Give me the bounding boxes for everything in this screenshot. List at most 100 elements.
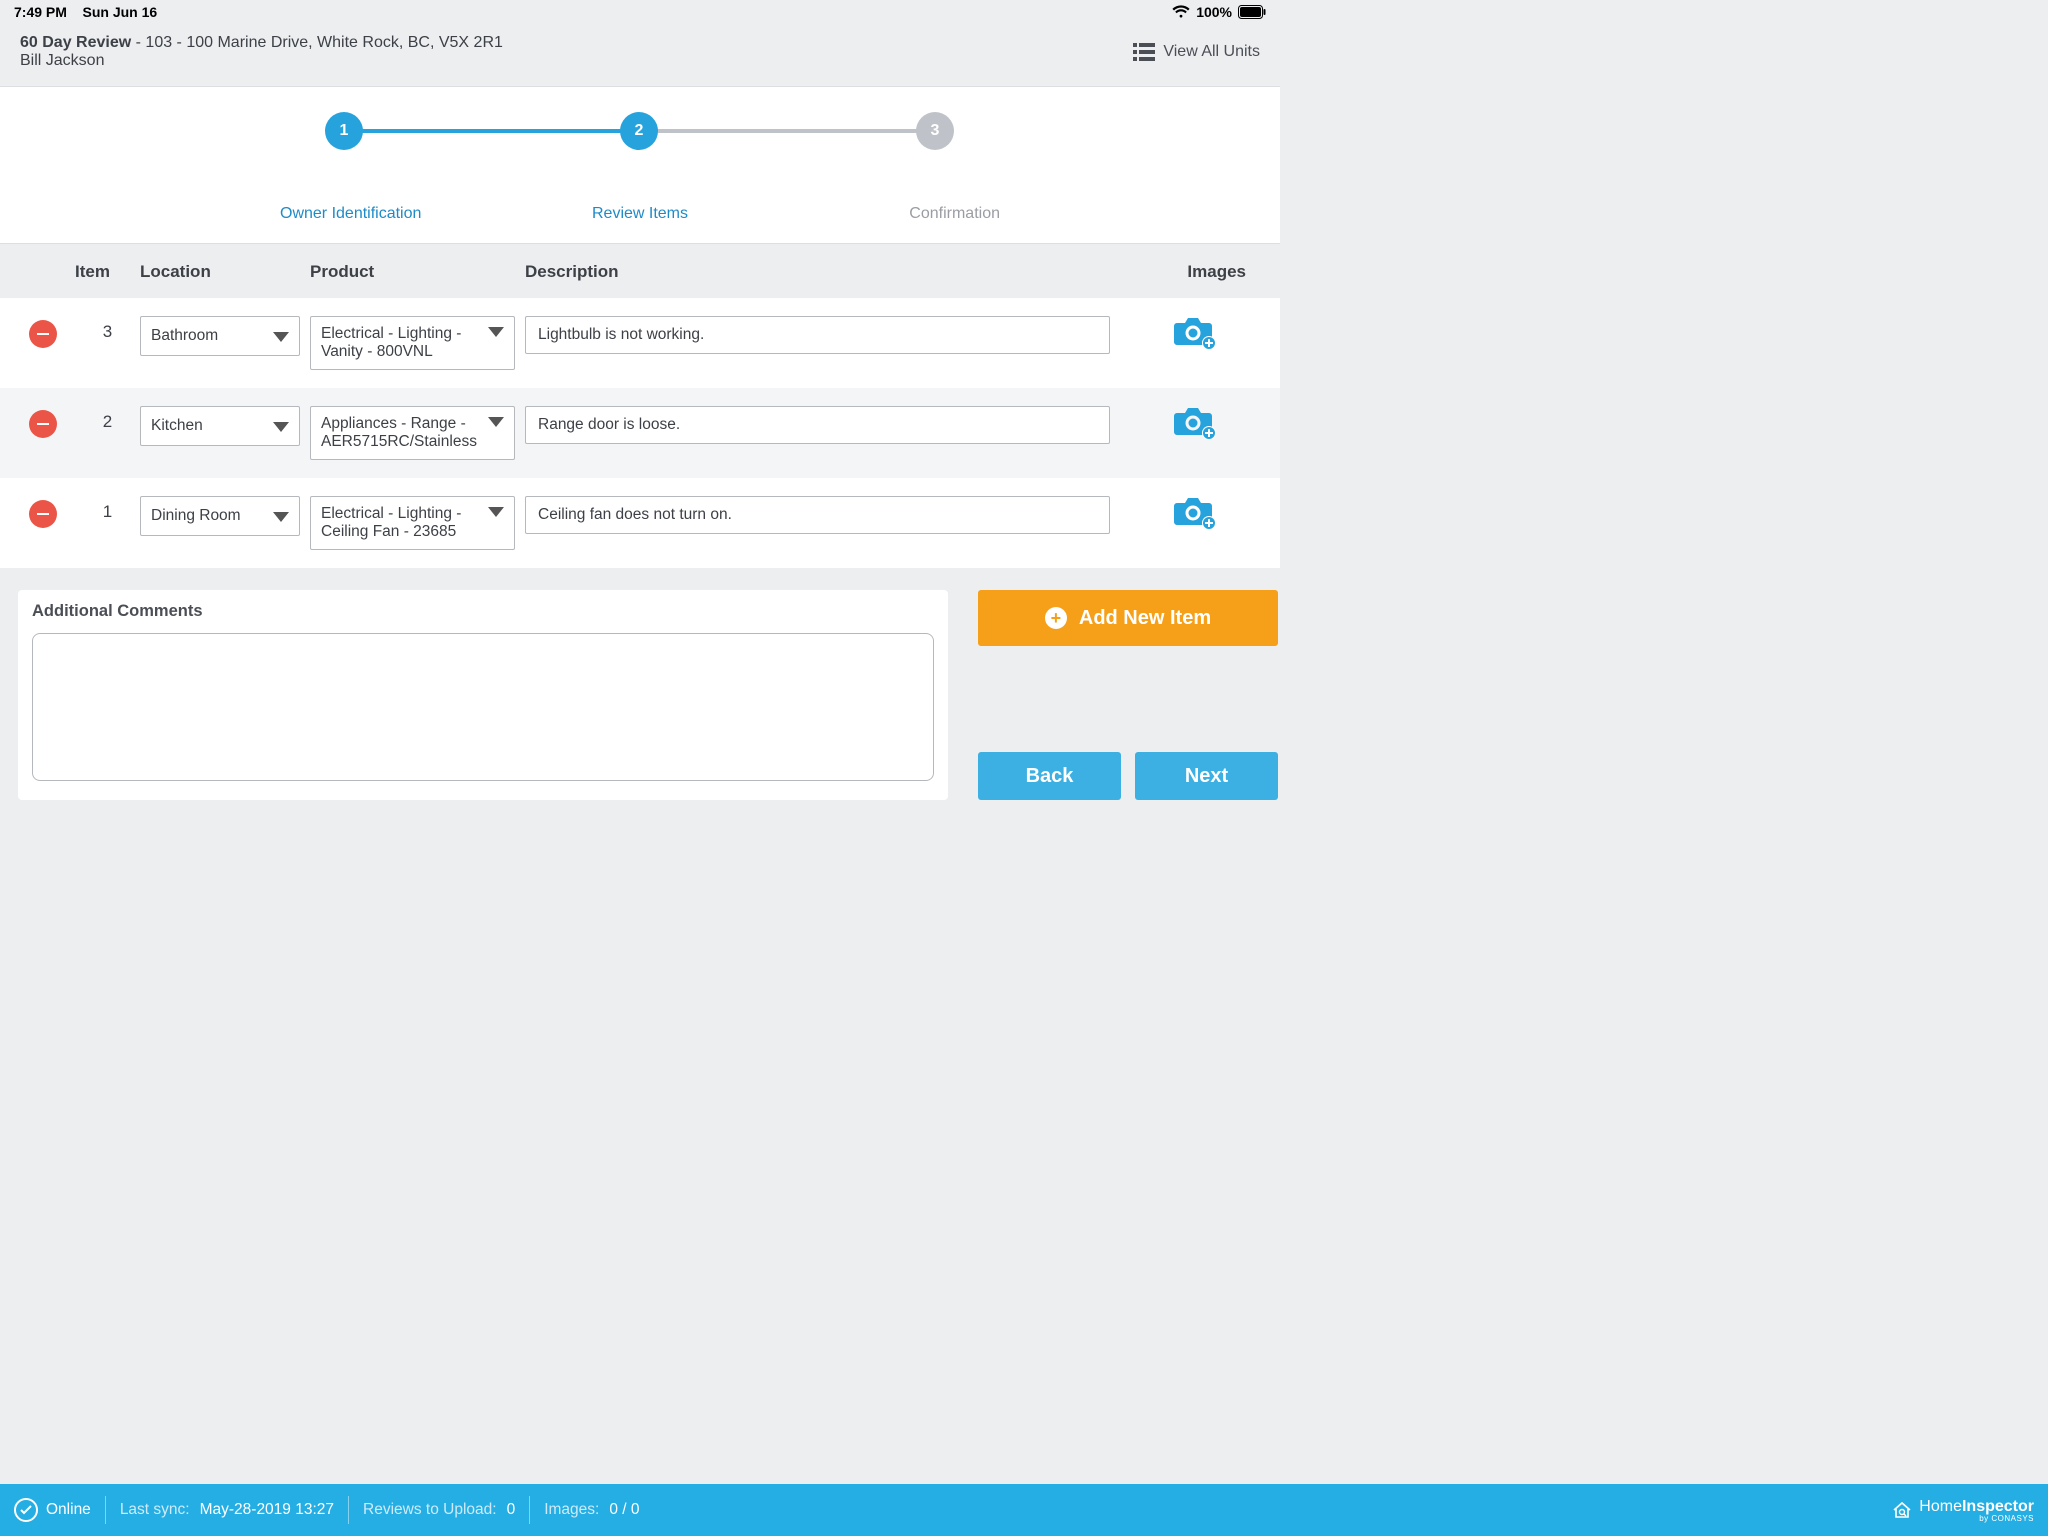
add-button-label: Add New Item	[1079, 607, 1211, 630]
step-2-label: Review Items	[520, 205, 760, 223]
separator	[105, 1496, 106, 1524]
location-select[interactable]: Dining Room	[140, 496, 300, 536]
location-select[interactable]: Kitchen	[140, 406, 300, 446]
back-button[interactable]: Back	[978, 752, 1121, 800]
location-value: Bathroom	[151, 327, 267, 345]
location-value: Dining Room	[151, 507, 267, 525]
chevron-down-icon	[273, 512, 289, 522]
separator	[529, 1496, 530, 1524]
items-list: 3 Bathroom Electrical - Lighting - Vanit…	[0, 298, 1280, 568]
images-value: 0 / 0	[609, 1501, 639, 1519]
reviews-upload-value: 0	[507, 1501, 516, 1519]
step-1-label: Owner Identification	[270, 205, 520, 223]
brand-logo: HomeInspector by CONASYS	[1891, 1498, 2034, 1523]
col-images: Images	[1120, 262, 1270, 282]
description-text: Ceiling fan does not turn on.	[538, 506, 732, 523]
step-3-label: Confirmation	[760, 205, 1010, 223]
battery-percent: 100%	[1196, 4, 1232, 20]
status-date: Sun Jun 16	[82, 4, 157, 20]
add-new-item-button[interactable]: + Add New Item	[978, 590, 1278, 646]
last-sync-value: May-28-2019 13:27	[200, 1501, 334, 1519]
battery-icon	[1238, 5, 1266, 19]
product-value: Appliances - Range - AER5715RC/Stainless	[321, 415, 482, 451]
product-select[interactable]: Electrical - Lighting - Vanity - 800VNL	[310, 316, 515, 370]
wifi-icon	[1172, 5, 1190, 19]
plus-circle-icon: +	[1045, 607, 1067, 629]
item-row: 1 Dining Room Electrical - Lighting - Ce…	[0, 478, 1280, 568]
description-text: Range door is loose.	[538, 416, 680, 433]
item-number: 3	[75, 316, 140, 342]
chevron-down-icon	[488, 507, 504, 517]
brand-home: Home	[1919, 1498, 1962, 1515]
description-text: Lightbulb is not working.	[538, 326, 704, 343]
description-input[interactable]: Lightbulb is not working.	[525, 316, 1110, 354]
online-label: Online	[46, 1501, 91, 1519]
camera-add-icon[interactable]	[1174, 318, 1216, 350]
camera-add-icon[interactable]	[1174, 408, 1216, 440]
remove-item-button[interactable]	[29, 410, 57, 438]
location-select[interactable]: Bathroom	[140, 316, 300, 356]
item-number: 1	[75, 496, 140, 522]
reviews-upload-label: Reviews to Upload:	[363, 1501, 497, 1519]
images-label: Images:	[544, 1501, 599, 1519]
stepper-labels: Owner Identification Review Items Confir…	[270, 205, 1010, 223]
online-status-icon	[14, 1498, 38, 1522]
status-bar: 7:49 PM Sun Jun 16 100%	[0, 0, 1280, 20]
review-title: 60 Day Review	[20, 34, 131, 51]
comments-label: Additional Comments	[32, 602, 934, 621]
remove-item-button[interactable]	[29, 500, 57, 528]
description-input[interactable]: Ceiling fan does not turn on.	[525, 496, 1110, 534]
separator	[348, 1496, 349, 1524]
minus-icon	[37, 333, 49, 335]
minus-icon	[37, 513, 49, 515]
camera-add-icon[interactable]	[1174, 498, 1216, 530]
product-value: Electrical - Lighting - Vanity - 800VNL	[321, 325, 482, 361]
product-select[interactable]: Appliances - Range - AER5715RC/Stainless	[310, 406, 515, 460]
stepper: 1 2 3	[320, 111, 960, 155]
header-left: 60 Day Review - 103 - 100 Marine Drive, …	[20, 34, 503, 70]
footer-bar: Online Last sync: May-28-2019 13:27 Revi…	[0, 1484, 2048, 1536]
stepper-track-active	[340, 129, 630, 133]
view-all-label: View All Units	[1163, 43, 1260, 61]
table-header: Item Location Product Description Images	[0, 244, 1280, 298]
status-time: 7:49 PM	[14, 4, 67, 20]
comments-textarea[interactable]	[32, 633, 934, 781]
house-icon	[1891, 1499, 1913, 1521]
location-value: Kitchen	[151, 417, 267, 435]
remove-item-button[interactable]	[29, 320, 57, 348]
comments-card: Additional Comments	[18, 590, 948, 800]
header-title-line: 60 Day Review - 103 - 100 Marine Drive, …	[20, 34, 503, 52]
stepper-track-inactive	[630, 129, 930, 133]
view-all-units-button[interactable]: View All Units	[1133, 34, 1260, 70]
chevron-down-icon	[488, 417, 504, 427]
item-row: 2 Kitchen Appliances - Range - AER5715RC…	[0, 388, 1280, 478]
description-input[interactable]: Range door is loose.	[525, 406, 1110, 444]
item-row: 3 Bathroom Electrical - Lighting - Vanit…	[0, 298, 1280, 388]
col-description: Description	[525, 262, 1120, 282]
step-3-circle[interactable]: 3	[916, 112, 954, 150]
col-product: Product	[310, 262, 525, 282]
chevron-down-icon	[273, 422, 289, 432]
brand-inspector: Inspector	[1962, 1498, 2034, 1515]
minus-icon	[37, 423, 49, 425]
chevron-down-icon	[488, 327, 504, 337]
status-left: 7:49 PM Sun Jun 16	[14, 4, 157, 20]
col-item: Item	[75, 262, 140, 282]
header-address: - 103 - 100 Marine Drive, White Rock, BC…	[136, 34, 503, 51]
status-right: 100%	[1172, 4, 1266, 20]
bottom-section: Additional Comments + Add New Item Back …	[0, 568, 1280, 800]
header-person: Bill Jackson	[20, 52, 503, 70]
step-1-circle[interactable]: 1	[325, 112, 363, 150]
product-select[interactable]: Electrical - Lighting - Ceiling Fan - 23…	[310, 496, 515, 550]
right-buttons: + Add New Item Back Next	[978, 590, 1278, 800]
page-header: 60 Day Review - 103 - 100 Marine Drive, …	[0, 20, 1280, 86]
chevron-down-icon	[273, 332, 289, 342]
step-2-circle[interactable]: 2	[620, 112, 658, 150]
stepper-section: 1 2 3 Owner Identification Review Items …	[0, 86, 1280, 244]
item-number: 2	[75, 406, 140, 432]
col-location: Location	[140, 262, 310, 282]
last-sync-label: Last sync:	[120, 1501, 190, 1519]
product-value: Electrical - Lighting - Ceiling Fan - 23…	[321, 505, 482, 541]
list-icon	[1133, 43, 1155, 61]
next-button[interactable]: Next	[1135, 752, 1278, 800]
